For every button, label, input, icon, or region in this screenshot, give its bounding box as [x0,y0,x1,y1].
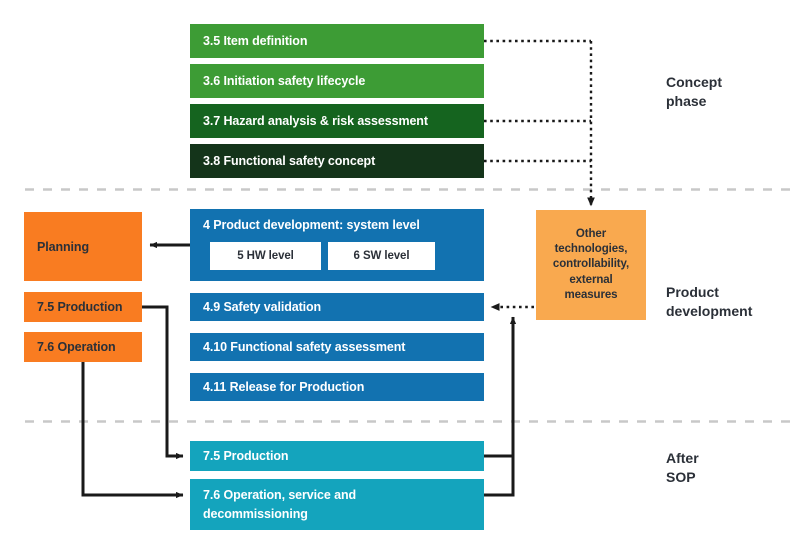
arrow-planning-operation-to-sop-operation [81,362,184,499]
arrow-sop-operation-to-other-box [484,316,517,497]
product-development-box-4-11[interactable]: 4.11 Release for Production [190,373,484,401]
sw-level-box[interactable]: 6 SW level [328,242,435,270]
concept-box-3-8[interactable]: 3.8 Functional safety concept [190,144,484,178]
sop-box-7-6-label: 7.6 Operation, service and decommissioni… [203,488,357,521]
planning-box-label: Planning [37,239,89,254]
concept-box-3-8-label: 3.8 Functional safety concept [203,154,376,168]
planning-production-box[interactable]: 7.5 Production [24,292,142,322]
product-development-box-4-11-label: 4.11 Release for Production [203,380,365,394]
planning-box[interactable]: Planning [24,212,142,281]
hw-level-box[interactable]: 5 HW level [210,242,321,270]
product-development-box-4-9-label: 4.9 Safety validation [203,300,322,314]
arrow-planning-production-to-sop-production [142,305,184,460]
sop-box-7-6[interactable]: 7.6 Operation, service and decommissioni… [190,479,484,530]
product-development-system-level-box[interactable]: 4 Product development: system level 5 HW… [190,209,484,281]
product-development-system-level-label: 4 Product development: system level [203,218,420,232]
concept-box-3-5-label: 3.5 Item definition [203,34,308,48]
planning-operation-box-label: 7.6 Operation [37,340,116,354]
concept-box-3-6-label: 3.6 Initiation safety lifecycle [203,74,366,88]
sop-box-7-5-label: 7.5 Production [203,449,289,463]
phase-label-concept: Concept phase [666,74,722,109]
concept-box-3-7[interactable]: 3.7 Hazard analysis & risk assessment [190,104,484,138]
safety-lifecycle-diagram: 3.5 Item definition 3.6 Initiation safet… [0,0,800,550]
planning-production-box-label: 7.5 Production [37,300,123,314]
system-level-sub-boxes: 5 HW level 6 SW level [210,242,435,270]
other-technologies-box[interactable]: Other technologies, controllability, ext… [536,210,646,320]
sop-box-7-5[interactable]: 7.5 Production [190,441,484,471]
product-development-box-4-10-label: 4.10 Functional safety assessment [203,340,406,354]
product-development-box-4-10[interactable]: 4.10 Functional safety assessment [190,333,484,361]
product-development-box-4-9[interactable]: 4.9 Safety validation [190,293,484,321]
concept-box-3-7-label: 3.7 Hazard analysis & risk assessment [203,114,428,128]
other-technologies-box-label: Other technologies, controllability, ext… [552,228,630,301]
phase-label-product-development: Product development [666,284,753,319]
planning-operation-box[interactable]: 7.6 Operation [24,332,142,362]
concept-box-3-5[interactable]: 3.5 Item definition [190,24,484,58]
sw-level-label: 6 SW level [353,250,410,262]
phase-label-after-sop: After SOP [666,450,699,485]
concept-box-3-6[interactable]: 3.6 Initiation safety lifecycle [190,64,484,98]
hw-level-label: 5 HW level [237,250,294,262]
